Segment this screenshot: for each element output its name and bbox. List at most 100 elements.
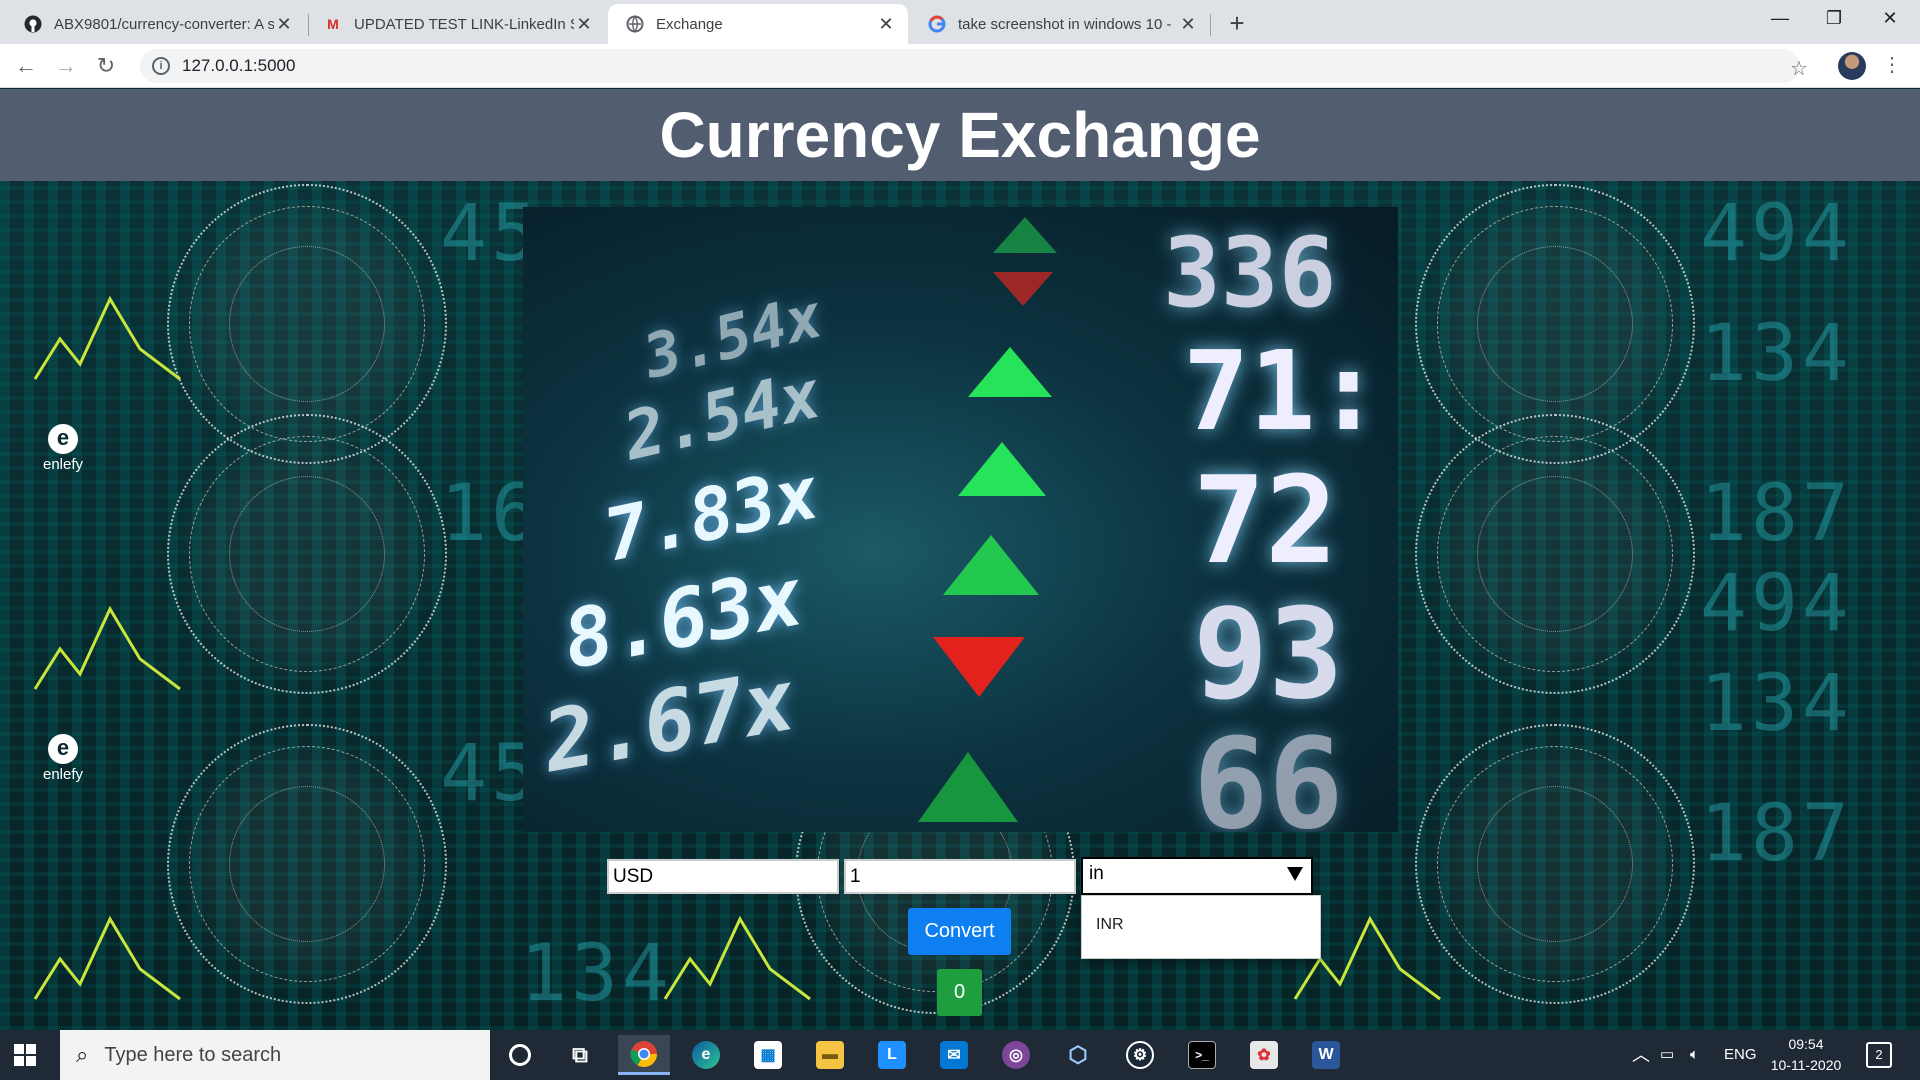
tab-title: UPDATED TEST LINK-LinkedIn Su — [354, 15, 574, 33]
dropdown-option-inr[interactable]: INR — [1096, 916, 1124, 933]
steam-taskbar-icon[interactable]: ⚙ — [1114, 1035, 1166, 1075]
forward-icon[interactable]: → — [50, 50, 82, 82]
store-taskbar-icon[interactable]: ▦ — [742, 1035, 794, 1075]
taskbar-search-box[interactable]: ⌕ Type here to search — [60, 1030, 490, 1080]
tab-title: Exchange — [656, 15, 723, 33]
enlefy-logo: e enlefy — [33, 734, 93, 783]
file-explorer-icon[interactable]: ▬ — [804, 1035, 856, 1075]
ticker-big-number: 93 — [1193, 582, 1344, 727]
close-icon[interactable]: ✕ — [876, 14, 896, 35]
tor-browser-icon[interactable]: ◎ — [990, 1035, 1042, 1075]
cortana-icon[interactable] — [494, 1035, 546, 1075]
language-indicator[interactable]: ENG — [1724, 1030, 1757, 1080]
background-chart-line — [663, 915, 811, 1001]
background-chart-line — [33, 915, 181, 1001]
taskbar-search-placeholder: Type here to search — [104, 1043, 282, 1066]
edge-taskbar-icon[interactable]: e — [680, 1035, 732, 1075]
background-digits: 494 — [1700, 189, 1853, 279]
background-digits: 134 — [520, 929, 673, 1019]
up-arrow-icon — [943, 535, 1039, 595]
ticker-big-number: 72 — [1193, 452, 1338, 591]
address-bar[interactable]: i 127.0.0.1:5000 — [140, 49, 1800, 83]
tab-gmail[interactable]: M UPDATED TEST LINK-LinkedIn Su ✕ — [306, 4, 606, 44]
windows-start-icon[interactable] — [14, 1044, 36, 1066]
tab-exchange[interactable]: Exchange ✕ — [608, 4, 908, 44]
background-globe — [167, 724, 447, 1004]
tab-separator — [1210, 14, 1211, 36]
up-arrow-icon — [958, 442, 1046, 496]
windows-taskbar: ⌕ Type here to search ⧉ e ▦ ▬ L ✉ ◎ ⬡ ⚙ … — [0, 1030, 1920, 1080]
chrome-taskbar-icon[interactable] — [618, 1035, 670, 1075]
close-icon[interactable]: ✕ — [1178, 14, 1198, 35]
background-chart-line — [33, 295, 181, 381]
to-currency-select-value: in — [1089, 863, 1104, 884]
profile-avatar[interactable] — [1838, 52, 1866, 80]
battery-icon[interactable]: ▭ — [1660, 1030, 1674, 1080]
clock-date: 10-11-2020 — [1770, 1057, 1842, 1073]
down-arrow-icon — [933, 637, 1025, 697]
enlefy-logo-text: enlefy — [42, 456, 84, 473]
github-icon — [24, 15, 42, 33]
close-icon[interactable]: ✕ — [574, 14, 594, 35]
currency-dropdown-list: INR — [1081, 895, 1321, 959]
ticker-big-number: 71: — [1183, 327, 1382, 455]
bookmark-star-icon[interactable]: ☆ — [1790, 56, 1808, 81]
close-window-icon[interactable]: ✕ — [1862, 0, 1918, 36]
kebab-menu-icon[interactable]: ⋮ — [1882, 52, 1902, 77]
background-digits: 187 — [1700, 789, 1853, 879]
convert-button[interactable]: Convert — [908, 908, 1011, 955]
tab-title: ABX9801/currency-converter: A s — [54, 15, 274, 33]
url-text: 127.0.0.1:5000 — [182, 56, 296, 75]
browser-toolbar: ← → ↻ i 127.0.0.1:5000 ☆ ⋮ — [0, 44, 1920, 88]
result-badge: 0 — [937, 969, 982, 1016]
stock-ticker-image: 3.54x 2.54x 7.83x 8.63x 2.67x 336 71: 72… — [523, 207, 1398, 832]
restore-icon[interactable]: ❐ — [1806, 0, 1862, 36]
background-globe — [1415, 414, 1695, 694]
tab-title: take screenshot in windows 10 - — [958, 15, 1172, 33]
tab-strip: ABX9801/currency-converter: A s ✕ M UPDA… — [0, 0, 1920, 44]
enlefy-logo-text: enlefy — [42, 766, 84, 783]
taskbar-clock[interactable]: 09:54 10-11-2020 — [1766, 1034, 1846, 1076]
virtualbox-icon[interactable]: ⬡ — [1052, 1035, 1104, 1075]
gmail-icon: M — [327, 16, 339, 32]
clock-time: 09:54 — [1788, 1036, 1824, 1052]
close-icon[interactable]: ✕ — [274, 14, 294, 35]
reload-icon[interactable]: ↻ — [90, 50, 122, 82]
l-app-taskbar-icon[interactable]: L — [866, 1035, 918, 1075]
globe-icon — [626, 15, 644, 33]
amount-input[interactable]: 1 — [844, 859, 1076, 894]
info-icon[interactable]: i — [152, 57, 170, 75]
paint-taskbar-icon[interactable]: ✿ — [1238, 1035, 1290, 1075]
tab-github[interactable]: ABX9801/currency-converter: A s ✕ — [6, 4, 306, 44]
down-arrow-icon — [993, 272, 1053, 306]
background-globe — [167, 414, 447, 694]
word-taskbar-icon[interactable]: W — [1300, 1035, 1352, 1075]
minimize-icon[interactable]: — — [1752, 0, 1808, 36]
ticker-big-number: 66 — [1193, 712, 1344, 832]
volume-icon[interactable]: 🔈︎ — [1690, 1030, 1699, 1080]
back-icon[interactable]: ← — [10, 50, 42, 82]
mail-taskbar-icon[interactable]: ✉ — [928, 1035, 980, 1075]
show-hidden-icons[interactable]: ︿ — [1632, 1030, 1650, 1080]
background-digits: 187 — [1700, 469, 1853, 559]
background-digits: 494 — [1700, 559, 1853, 649]
google-icon — [928, 15, 946, 33]
tab-google[interactable]: take screenshot in windows 10 - ✕ — [910, 4, 1210, 44]
search-icon: ⌕ — [76, 1042, 89, 1067]
dropdown-arrow-icon[interactable] — [1287, 867, 1303, 881]
page-header: Currency Exchange — [0, 89, 1920, 181]
notification-count: 2 — [1875, 1047, 1883, 1062]
up-arrow-icon — [918, 752, 1018, 822]
enlefy-logo-icon: e — [48, 734, 78, 764]
background-chart-line — [33, 605, 181, 691]
page-body: 45 16 45 494 134 187 494 134 187 134 e e… — [0, 89, 1920, 1030]
enlefy-logo-icon: e — [48, 424, 78, 454]
notification-center-icon[interactable]: 2 — [1866, 1042, 1892, 1068]
task-view-icon[interactable]: ⧉ — [554, 1035, 606, 1075]
to-currency-select[interactable]: in — [1081, 857, 1313, 895]
terminal-taskbar-icon[interactable]: >_ — [1176, 1035, 1228, 1075]
background-digits: 134 — [1700, 659, 1853, 749]
background-digits: 134 — [1700, 309, 1853, 399]
from-currency-input[interactable]: USD — [607, 859, 839, 894]
new-tab-button[interactable]: + — [1220, 6, 1254, 40]
